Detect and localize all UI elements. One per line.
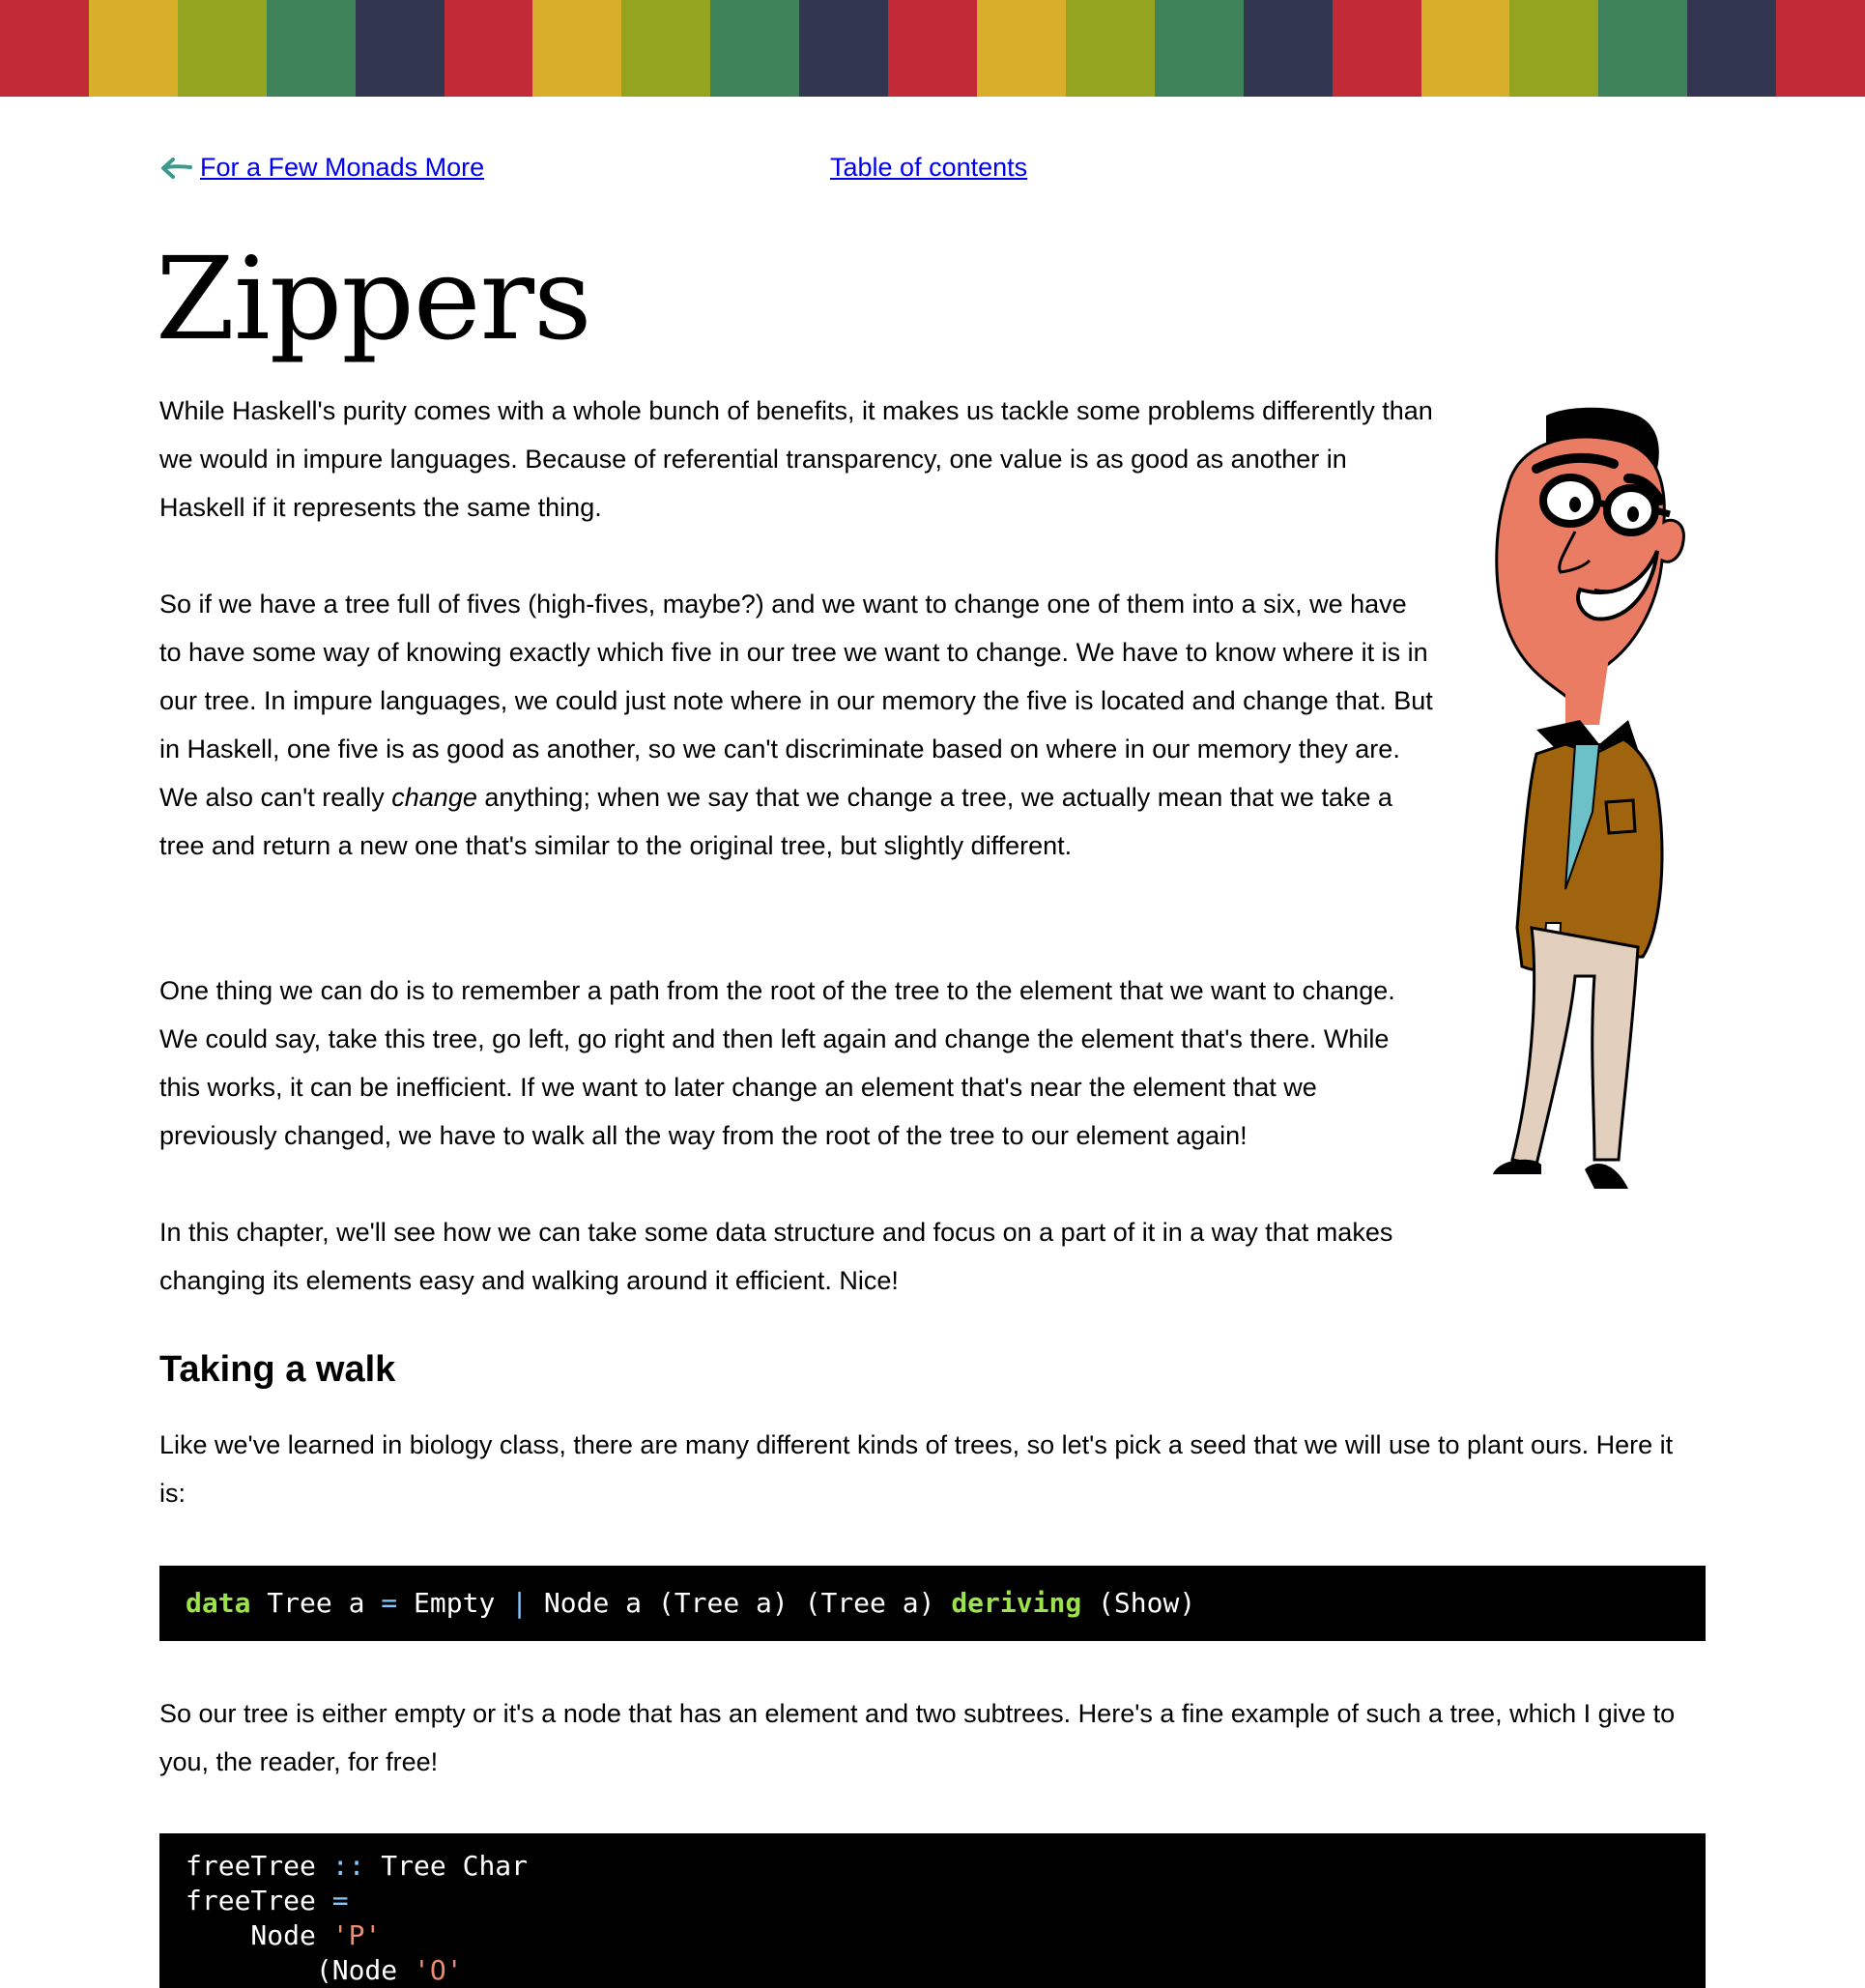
back-arrow-icon	[161, 157, 192, 179]
color-stripe	[532, 0, 622, 97]
color-stripe	[621, 0, 711, 97]
color-stripe	[355, 0, 445, 97]
code-text: (Node	[186, 1954, 415, 1986]
color-stripe	[444, 0, 533, 97]
main-content: For a Few Monads More Table of contents …	[156, 97, 1706, 1988]
previous-chapter-label: For a Few Monads More	[200, 153, 485, 182]
table-of-contents-link[interactable]: Table of contents	[830, 153, 1027, 183]
code-text: Tree a	[250, 1587, 382, 1619]
color-stripe	[1420, 0, 1510, 97]
color-stripe	[1687, 0, 1777, 97]
code-line: freeTree :: Tree Char	[186, 1849, 1679, 1884]
color-stripe	[799, 0, 889, 97]
color-stripe	[177, 0, 267, 97]
intro-paragraph-2: So if we have a tree full of fives (high…	[159, 580, 1435, 870]
code-text: Tree Char	[364, 1850, 529, 1882]
code-text: Empty	[397, 1587, 512, 1619]
color-stripe	[88, 0, 178, 97]
color-stripe-header	[0, 0, 1865, 97]
code-string: 'P'	[331, 1919, 382, 1951]
color-stripe	[1243, 0, 1333, 97]
intro-paragraph-3: One thing we can do is to remember a pat…	[159, 976, 1395, 1150]
cartoon-man-illustration	[1493, 407, 1685, 1189]
color-stripe	[888, 0, 977, 97]
code-operator: |	[511, 1587, 529, 1619]
page-title: Zippers	[156, 232, 592, 365]
color-stripe	[1509, 0, 1599, 97]
section-paragraph-1: Like we've learned in biology class, the…	[159, 1430, 1674, 1508]
code-operator: =	[381, 1587, 398, 1619]
code-text: freeTree	[186, 1885, 332, 1916]
previous-chapter-link[interactable]: For a Few Monads More	[159, 153, 484, 183]
code-keyword: data	[186, 1587, 251, 1619]
intro-paragraph-1: While Haskell's purity comes with a whol…	[159, 396, 1433, 522]
color-stripe	[266, 0, 356, 97]
color-stripe	[1776, 0, 1865, 97]
color-stripe	[976, 0, 1066, 97]
code-text: (Show)	[1081, 1587, 1196, 1619]
color-stripe	[1598, 0, 1688, 97]
code-line: Node 'P'	[186, 1918, 1679, 1953]
code-operator: ::	[331, 1850, 365, 1882]
code-keyword: deriving	[951, 1587, 1082, 1619]
code-text: Node	[186, 1919, 332, 1951]
intro-paragraph-4: In this chapter, we'll see how we can ta…	[159, 1218, 1393, 1295]
section-paragraph-2: So our tree is either empty or it's a no…	[159, 1699, 1676, 1776]
paragraph-text: So if we have a tree full of fives (high…	[159, 590, 1433, 812]
color-stripe	[0, 0, 89, 97]
chapter-navigation: For a Few Monads More Table of contents	[159, 97, 1706, 242]
code-block-free-tree: freeTree :: Tree Char freeTree = Node 'P'…	[159, 1833, 1706, 1988]
code-line: freeTree =	[186, 1884, 1679, 1918]
section-heading: Taking a walk	[159, 1349, 396, 1390]
code-text: Node a (Tree a) (Tree a)	[528, 1587, 952, 1619]
color-stripe	[1065, 0, 1155, 97]
color-stripe	[1332, 0, 1421, 97]
color-stripe	[710, 0, 800, 97]
emphasis-text: change	[391, 783, 477, 812]
code-line: (Node 'O'	[186, 1953, 1679, 1988]
code-block-tree-definition: data Tree a = Empty | Node a (Tree a) (T…	[159, 1566, 1706, 1641]
code-operator: =	[331, 1885, 349, 1916]
color-stripe	[1154, 0, 1244, 97]
code-text: freeTree	[186, 1850, 332, 1882]
code-string: 'O'	[414, 1954, 463, 1986]
